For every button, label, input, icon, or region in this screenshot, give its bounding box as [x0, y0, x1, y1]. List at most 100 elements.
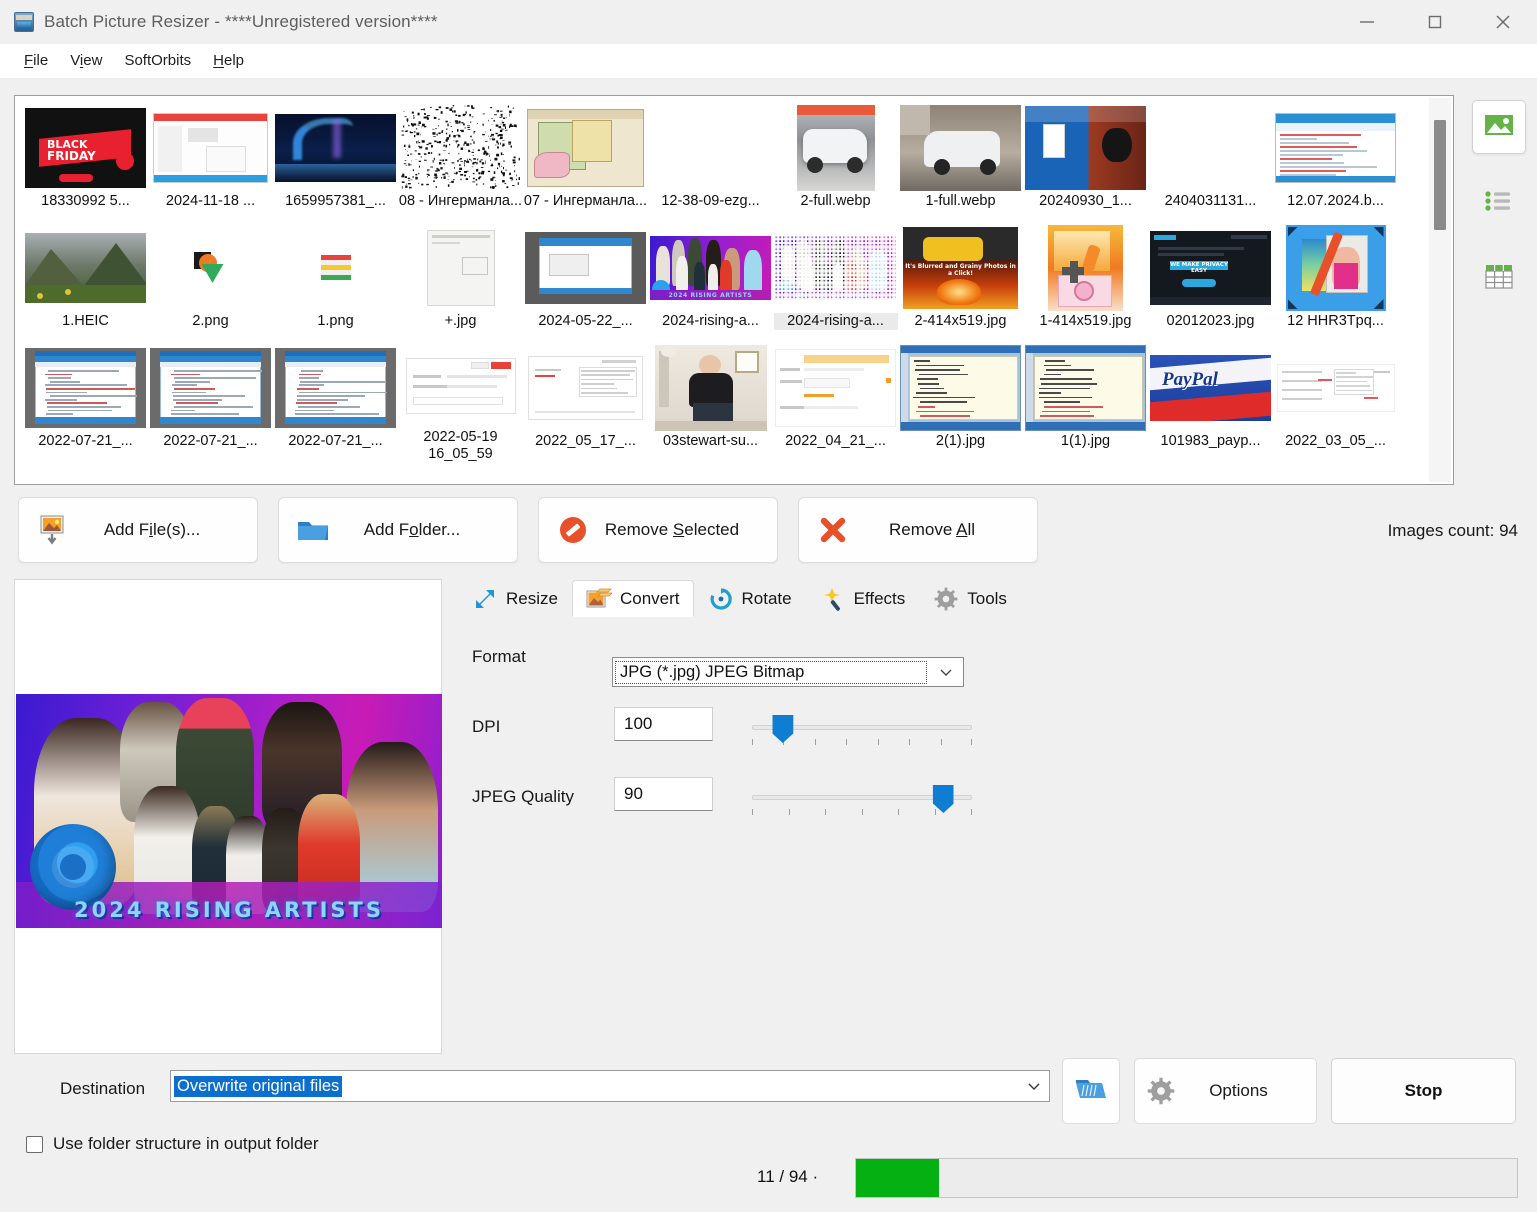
file-list-item[interactable]: 1(1).jpg [1023, 341, 1148, 461]
file-list-item[interactable]: 08 - Ингерманла... [398, 101, 523, 221]
list-view-button[interactable] [1472, 176, 1526, 230]
add-files-button[interactable]: Add File(s)... [18, 497, 258, 563]
no-entry-icon [545, 515, 601, 545]
file-list-item[interactable]: WE MAKE PRIVACY EASY 02012023.jpg [1148, 221, 1273, 341]
file-list-item[interactable]: 2022-05-19 16_05_59 [398, 341, 523, 461]
file-list-item[interactable]: +.jpg [398, 221, 523, 341]
progress-area: 11 / 94 · [757, 1156, 1517, 1198]
paypal-logo-thumb: PayPal [1150, 355, 1271, 421]
file-thumbnail [650, 345, 771, 431]
file-list-item[interactable]: 1.HEIC [23, 221, 148, 341]
add-files-label: Add File(s)... [81, 520, 257, 540]
file-list-item[interactable]: 2024 RISING ARTISTS 2024-rising-a... [648, 221, 773, 341]
scrollbar-thumb[interactable] [1434, 120, 1446, 230]
dpi-slider[interactable] [752, 713, 972, 753]
checkbox-box[interactable] [26, 1136, 43, 1153]
file-list-item[interactable]: It's Blurred and Grainy Photos in a Clic… [898, 221, 1023, 341]
menu-item-file[interactable]: File [14, 48, 58, 73]
file-list-item[interactable]: 2022-07-21_... [273, 341, 398, 461]
remove-all-button[interactable]: Remove All [798, 497, 1038, 563]
white-suv-thumb [797, 105, 875, 191]
file-list-item[interactable]: 2(1).jpg [898, 341, 1023, 461]
file-name-label: 101983_payp... [1149, 433, 1273, 450]
chevron-down-icon[interactable] [929, 664, 963, 680]
file-thumbnail [150, 105, 271, 191]
file-list-item[interactable]: 2024-11-18 ... [148, 101, 273, 221]
jpeg-quality-input[interactable]: 90 [614, 777, 713, 811]
file-list-item[interactable]: 2022-07-21_... [148, 341, 273, 461]
file-list-item[interactable]: 07 - Ингерманла... [523, 101, 648, 221]
progress-bar-fill [856, 1159, 939, 1197]
file-list-item[interactable]: 2404031131... [1148, 101, 1273, 221]
preview-pane[interactable]: 2024 RISING ARTISTS [14, 579, 442, 1054]
tab-convert[interactable]: Convert [572, 580, 694, 617]
table-document-thumb [1277, 364, 1395, 412]
add-folder-button[interactable]: Add Folder... [278, 497, 518, 563]
tab-effects[interactable]: Effects [806, 580, 920, 617]
title-bar: Batch Picture Resizer - ****Unregistered… [0, 0, 1537, 44]
file-thumbnail [650, 105, 771, 191]
jpeg-quality-slider[interactable] [752, 783, 972, 823]
file-list-item[interactable]: 03stewart-su... [648, 341, 773, 461]
file-list-item[interactable]: PayPal 101983_payp... [1148, 341, 1273, 461]
tab-tools[interactable]: Tools [919, 580, 1021, 617]
add-image-icon [25, 514, 81, 546]
rising-artists-thumb: 2024 RISING ARTISTS [650, 236, 771, 300]
file-list-item[interactable]: 1.png [273, 221, 398, 341]
stop-label: Stop [1405, 1081, 1443, 1101]
file-list-item[interactable]: BLACK FRIDAY 18330992 5... [23, 101, 148, 221]
file-list-item[interactable]: 2-full.webp [773, 101, 898, 221]
file-list-item[interactable]: 2.png [148, 221, 273, 341]
dpi-input[interactable]: 100 [614, 707, 713, 741]
thumbnails-view-button[interactable] [1472, 100, 1526, 154]
tab-rotate[interactable]: Rotate [694, 580, 806, 617]
file-list-item[interactable]: 2022_03_05_... [1273, 341, 1398, 461]
file-list[interactable]: BLACK FRIDAY 18330992 5... 2024-11-18 ..… [14, 95, 1454, 485]
file-list-item[interactable]: 2024-05-22_... [523, 221, 648, 341]
use-folder-structure-label: Use folder structure in output folder [53, 1134, 319, 1154]
stop-button[interactable]: Stop [1331, 1058, 1516, 1124]
file-thumbnail [400, 345, 521, 427]
file-thumbnail [1025, 105, 1146, 191]
preview-image: 2024 RISING ARTISTS [16, 694, 442, 928]
maximize-icon[interactable] [1401, 0, 1469, 44]
file-list-item[interactable]: 12 HHR3Tpq... [1273, 221, 1398, 341]
image-icon [1484, 113, 1514, 142]
browse-destination-button[interactable] [1062, 1058, 1120, 1124]
vertical-scrollbar[interactable] [1429, 98, 1451, 482]
code-screenshot-thumb [275, 348, 396, 428]
file-thumbnail [150, 345, 271, 431]
destination-select[interactable]: Overwrite original files [170, 1070, 1050, 1102]
use-folder-structure-checkbox[interactable]: Use folder structure in output folder [26, 1134, 319, 1154]
minimize-icon[interactable] [1333, 0, 1401, 44]
menu-item-help[interactable]: Help [203, 48, 254, 73]
tab-tools-label: Tools [967, 589, 1007, 609]
close-icon[interactable] [1469, 0, 1537, 44]
remove-selected-button[interactable]: Remove Selected [538, 497, 778, 563]
small-orange-icon-thumb [194, 252, 228, 284]
file-list-item[interactable]: 1-414x519.jpg [1023, 221, 1148, 341]
file-list-item[interactable]: 2022_04_21_... [773, 341, 898, 461]
file-list-item[interactable]: 1659957381_... [273, 101, 398, 221]
menu-bar: File View SoftOrbits Help [0, 44, 1537, 78]
mountain-landscape-thumb [25, 233, 146, 303]
file-list-item[interactable]: 2022_05_17_... [523, 341, 648, 461]
file-list-item[interactable]: 1-full.webp [898, 101, 1023, 221]
file-list-item[interactable]: 12.07.2024.b... [1273, 101, 1398, 221]
format-select[interactable]: JPG (*.jpg) JPEG Bitmap [612, 657, 964, 687]
tab-resize[interactable]: Resize [458, 580, 572, 617]
chevron-down-icon[interactable] [1019, 1078, 1049, 1094]
file-list-item[interactable]: 20240930_1... [1023, 101, 1148, 221]
file-thumbnail [275, 225, 396, 311]
menu-item-softorbits[interactable]: SoftOrbits [114, 48, 201, 73]
file-list-item[interactable]: 12-38-09-ezg... [648, 101, 773, 221]
file-thumbnail [525, 105, 646, 191]
menu-item-view[interactable]: View [60, 48, 112, 73]
options-button[interactable]: Options [1134, 1058, 1317, 1124]
file-list-item[interactable]: 2022-07-21_... [23, 341, 148, 461]
file-list-item[interactable]: 2024 RISING ARTISTS 2024-rising-a... [773, 221, 898, 341]
convert-image-icon [586, 586, 612, 612]
file-name-label: 2024-05-22_... [524, 313, 648, 330]
details-view-button[interactable] [1472, 252, 1526, 306]
tab-rotate-label: Rotate [742, 589, 792, 609]
